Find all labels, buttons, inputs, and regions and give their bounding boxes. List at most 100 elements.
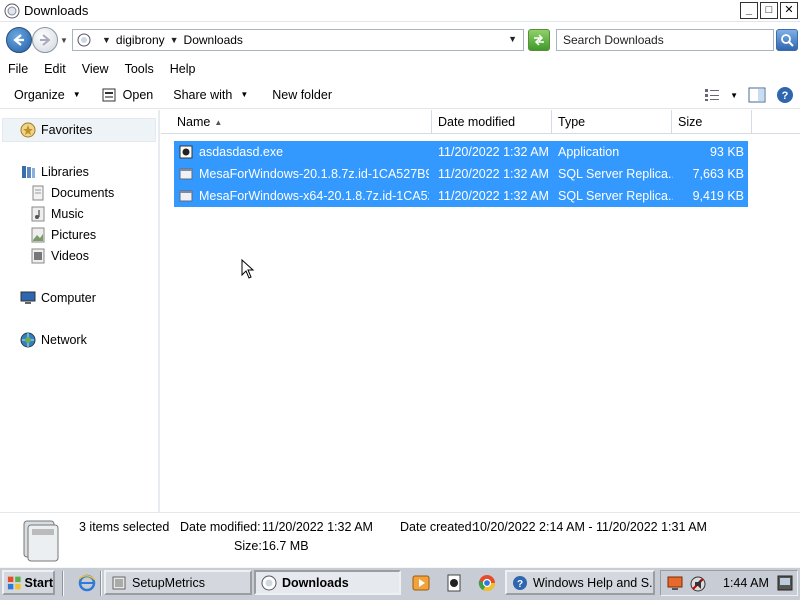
- breadcrumb-chevron-icon[interactable]: ▼: [102, 35, 111, 45]
- back-button[interactable]: [6, 27, 32, 53]
- column-type[interactable]: Type: [552, 110, 672, 134]
- column-date-modified[interactable]: Date modified: [432, 110, 552, 134]
- search-input[interactable]: Search Downloads: [556, 29, 774, 51]
- documents-icon: [32, 185, 44, 201]
- refresh-button[interactable]: [528, 29, 550, 51]
- multiple-files-icon: [23, 520, 59, 562]
- libraries-icon: [22, 166, 35, 178]
- application-icon: [179, 145, 193, 159]
- command-bar: Organize ▼ Open Share with ▼ New folder ▼ …: [0, 81, 800, 109]
- file-name: asdasdasd.exe: [199, 145, 284, 159]
- search-icon: [781, 34, 794, 47]
- chrome-icon[interactable]: [478, 574, 496, 592]
- mouse-cursor-icon: [241, 259, 255, 279]
- file-row[interactable]: MesaForWindows-20.1.8.7z.id-1CA527B9....…: [174, 163, 748, 185]
- file-row[interactable]: asdasdasd.exe 11/20/2022 1:32 AM Applica…: [174, 141, 748, 163]
- windows-logo-icon: [7, 576, 21, 589]
- file-date: 11/20/2022 1:32 AM: [438, 145, 549, 159]
- media-player-icon[interactable]: [412, 574, 430, 592]
- start-button[interactable]: Start: [2, 570, 55, 595]
- file-icon: [179, 168, 193, 180]
- nav-computer[interactable]: Computer: [20, 290, 96, 306]
- forward-button[interactable]: [32, 27, 58, 53]
- file-row[interactable]: MesaForWindows-x64-20.1.8.7z.id-1CA52...…: [174, 185, 748, 207]
- refresh-icon: [534, 34, 544, 46]
- breadcrumb-digibrony[interactable]: digibrony: [116, 33, 165, 47]
- sort-ascending-icon: ▲: [214, 117, 223, 127]
- breadcrumb-chevron-icon[interactable]: ▼: [170, 35, 179, 45]
- column-size[interactable]: Size: [672, 110, 752, 134]
- help-icon: ?: [513, 575, 527, 590]
- organize-button[interactable]: Organize ▼: [8, 83, 87, 107]
- taskbar-item-windows-help[interactable]: ? Windows Help and S...: [505, 570, 655, 595]
- taskbar-clock[interactable]: 1:44 AM: [723, 576, 769, 590]
- forward-arrow-icon: [40, 34, 51, 46]
- help-icon[interactable]: ?: [776, 86, 794, 104]
- folder-location-icon: [77, 33, 91, 47]
- explorer-icon: [261, 575, 277, 590]
- taskbar-separator: [100, 571, 102, 596]
- file-name: MesaForWindows-20.1.8.7z.id-1CA527B9....: [199, 167, 429, 181]
- chevron-down-icon: ▼: [72, 90, 81, 99]
- column-header-bar: Name ▲ Date modified Type Size: [161, 110, 800, 134]
- chevron-down-icon: ▼: [240, 90, 249, 99]
- maximize-button[interactable]: □: [760, 2, 778, 19]
- tray-volume-muted-icon[interactable]: [689, 575, 707, 593]
- internet-explorer-icon[interactable]: [78, 574, 96, 592]
- file-date: 11/20/2022 1:32 AM: [438, 189, 549, 203]
- file-name: MesaForWindows-x64-20.1.8.7z.id-1CA52...…: [199, 189, 429, 203]
- selected-count: 3 items selected: [79, 520, 170, 534]
- file-type: SQL Server Replica...: [558, 167, 673, 181]
- nav-music[interactable]: Music: [30, 206, 84, 222]
- videos-icon: [31, 248, 45, 264]
- menu-tools[interactable]: Tools: [117, 62, 162, 76]
- taskbar-item-setupmetrics[interactable]: SetupMetrics: [104, 570, 252, 595]
- view-options-icon[interactable]: [704, 88, 720, 102]
- menu-view[interactable]: View: [74, 62, 117, 76]
- menu-help[interactable]: Help: [162, 62, 204, 76]
- close-button[interactable]: ✕: [780, 2, 798, 19]
- music-icon: [31, 206, 45, 222]
- file-size: 7,663 KB: [692, 167, 744, 181]
- navigation-pane: Favorites Libraries Documents Music Pict…: [0, 110, 160, 512]
- file-size: 9,419 KB: [692, 189, 744, 203]
- menu-edit[interactable]: Edit: [36, 62, 74, 76]
- pictures-icon: [31, 227, 45, 243]
- svg-text:?: ?: [782, 90, 789, 102]
- window-title: Downloads: [24, 3, 89, 18]
- taskbar-item-downloads[interactable]: Downloads: [254, 570, 401, 595]
- preview-pane-icon[interactable]: [748, 87, 766, 103]
- column-name[interactable]: Name ▲: [171, 110, 432, 134]
- nav-videos[interactable]: Videos: [30, 248, 89, 264]
- nav-favorites[interactable]: Favorites: [20, 122, 92, 138]
- address-row: ▼ ▼ digibrony ▼ Downloads ▼ Search Downl…: [0, 23, 800, 57]
- back-arrow-icon: [13, 34, 24, 46]
- date-created-label: Date created:: [400, 520, 476, 534]
- share-with-button[interactable]: Share with ▼: [167, 83, 254, 107]
- date-created-value: 10/20/2022 2:14 AM - 11/20/2022 1:31 AM: [473, 520, 707, 534]
- search-button[interactable]: [776, 29, 798, 51]
- nav-documents[interactable]: Documents: [30, 185, 114, 201]
- file-size: 93 KB: [709, 145, 744, 159]
- tray-network-icon[interactable]: [777, 575, 793, 591]
- title-bar: Downloads _ □ ✕: [0, 0, 800, 22]
- computer-icon: [20, 291, 36, 304]
- size-value: 16.7 MB: [262, 539, 309, 553]
- file-icon: [179, 190, 193, 202]
- breadcrumb-downloads[interactable]: Downloads: [184, 33, 243, 47]
- application-icon[interactable]: [445, 574, 463, 592]
- minimize-button[interactable]: _: [740, 2, 758, 19]
- nav-pictures[interactable]: Pictures: [30, 227, 96, 243]
- recent-pages-chevron-icon[interactable]: ▼: [60, 36, 68, 45]
- explorer-icon: [4, 3, 20, 18]
- address-history-chevron-icon[interactable]: ▼: [508, 34, 517, 44]
- open-button[interactable]: Open: [95, 83, 160, 107]
- tray-monitor-icon[interactable]: [667, 575, 683, 591]
- new-folder-button[interactable]: New folder: [266, 83, 338, 107]
- address-bar[interactable]: ▼ digibrony ▼ Downloads ▼: [72, 29, 524, 51]
- nav-network[interactable]: Network: [20, 332, 87, 348]
- view-options-chevron-icon[interactable]: ▼: [730, 91, 738, 100]
- menu-file[interactable]: File: [0, 62, 36, 76]
- nav-libraries[interactable]: Libraries: [20, 164, 89, 180]
- favorites-star-icon: [20, 122, 36, 138]
